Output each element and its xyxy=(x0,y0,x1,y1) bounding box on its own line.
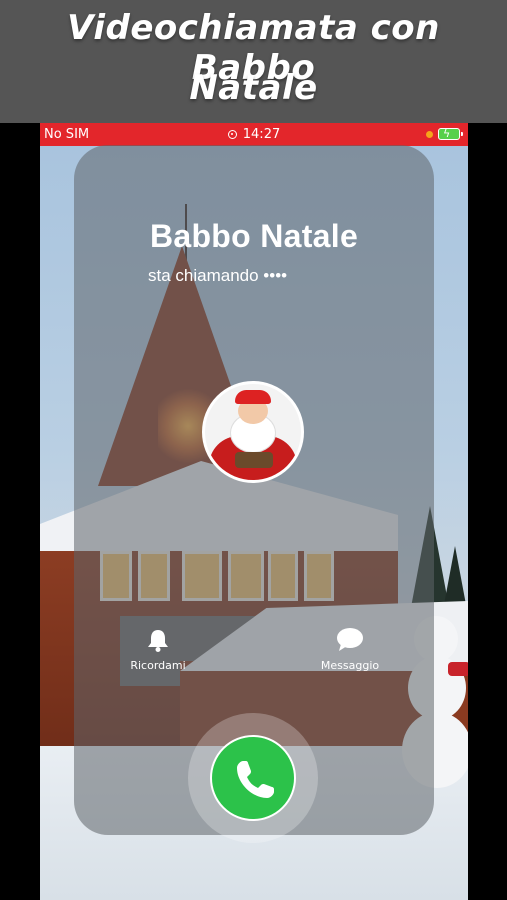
message-label: Messaggio xyxy=(320,659,380,672)
status-bar: No SIM 14:27 ϟ xyxy=(40,123,468,146)
remind-me-label: Ricordami xyxy=(130,659,186,672)
caller-name: Babbo Natale xyxy=(149,218,359,254)
phone-icon xyxy=(237,761,274,798)
indicator-dot xyxy=(426,131,433,138)
caption-banner: Videochiamata con Babbo Natale xyxy=(0,0,507,123)
caller-avatar xyxy=(202,381,304,483)
remind-me-button[interactable]: Ricordami xyxy=(118,627,198,672)
phone-screen: No SIM 14:27 ϟ Babbo Natale sta chiamand… xyxy=(40,123,468,900)
bell-icon xyxy=(148,630,168,652)
record-icon xyxy=(227,130,237,139)
caption-line-2: Natale xyxy=(189,68,318,108)
battery-icon: ϟ xyxy=(438,127,463,140)
message-button[interactable]: Messaggio xyxy=(310,627,390,672)
answer-call-button[interactable] xyxy=(210,735,296,821)
clock: 14:27 xyxy=(242,127,281,142)
call-status: sta chiamando •••• xyxy=(148,266,288,285)
message-bubble-icon xyxy=(337,628,363,651)
